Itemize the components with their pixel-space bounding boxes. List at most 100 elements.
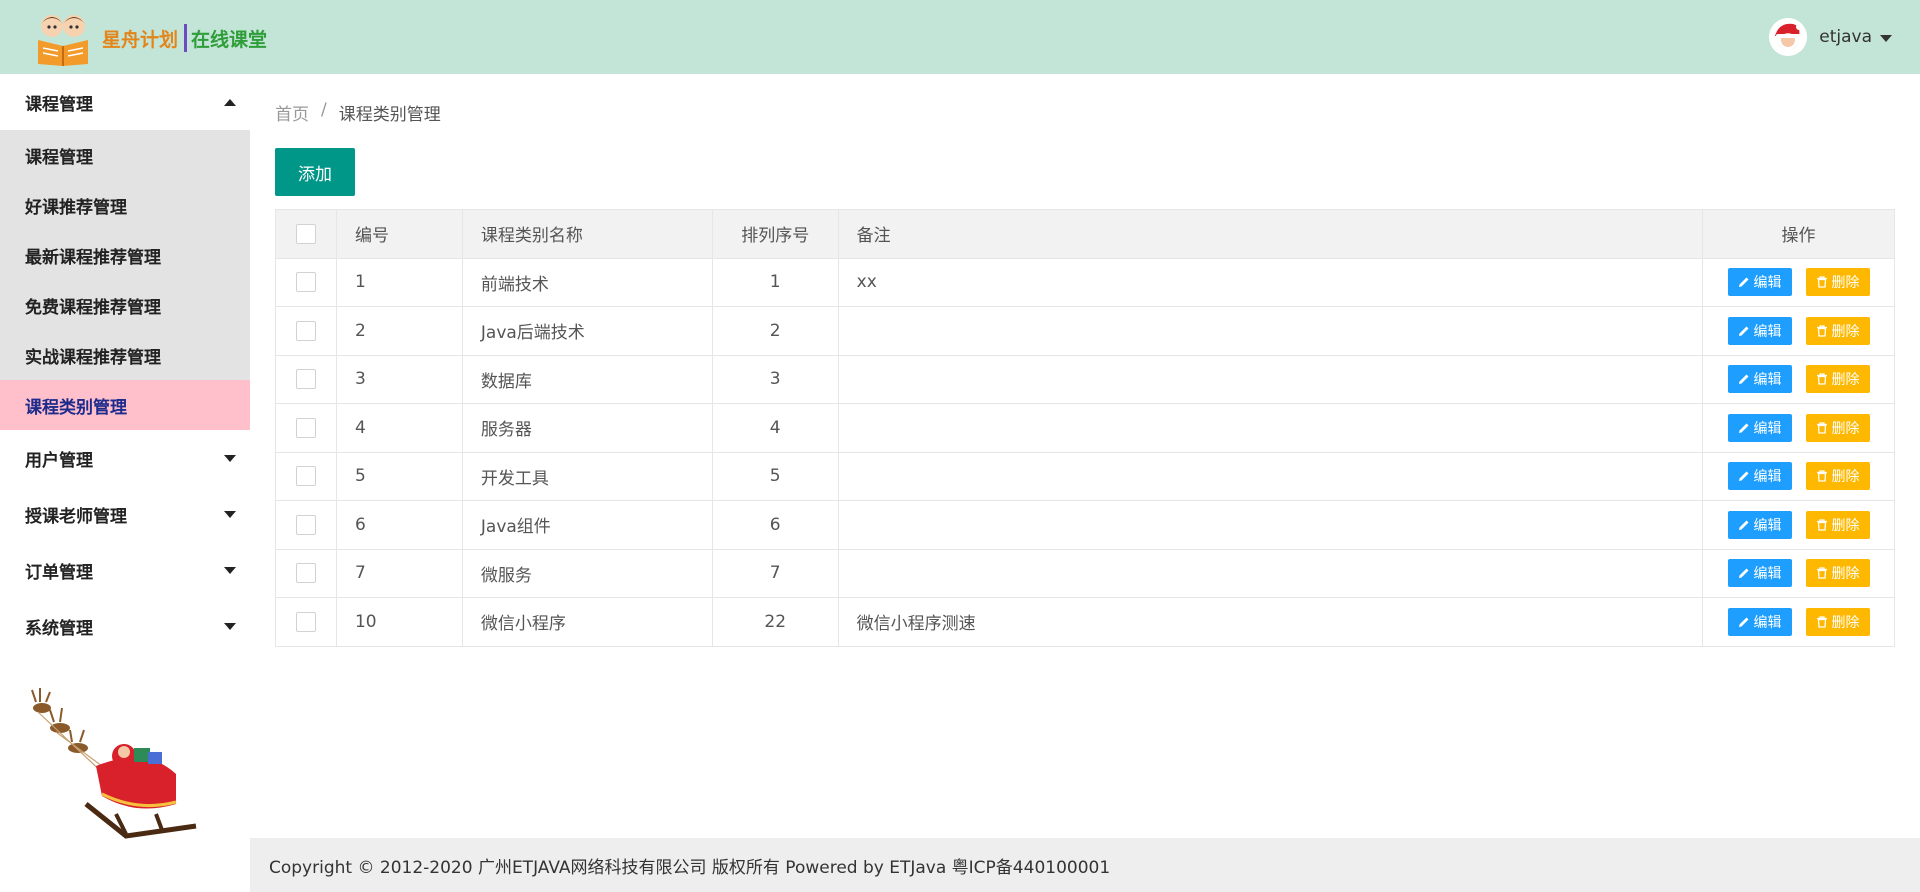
delete-button[interactable]: 删除 [1805,462,1870,491]
table-row: 4 服务器 4 编辑 删除 [275,403,1895,453]
delete-label: 删除 [1831,372,1860,389]
table-row: 10 微信小程序 22 微信小程序测速 编辑 删除 [275,597,1895,647]
sidebar-item-new-course[interactable]: 最新课程推荐管理 [0,230,250,280]
edit-button[interactable]: 编辑 [1727,268,1792,297]
category-table: 编号 课程类别名称 排列序号 备注 操作 1 前端技术 1 xx 编辑 删除 2… [275,209,1895,647]
cell-id: 2 [335,306,463,356]
add-button[interactable]: 添加 [275,148,355,196]
edit-label: 编辑 [1753,323,1782,340]
cell-ops: 编辑 删除 [1702,306,1895,356]
table-header-row: 编号 课程类别名称 排列序号 备注 操作 [275,209,1895,259]
row-checkbox[interactable] [295,320,316,341]
row-checkbox[interactable] [295,417,316,438]
cell-id: 7 [335,548,463,598]
user-menu[interactable]: etjava [1769,18,1892,56]
delete-button[interactable]: 删除 [1805,607,1870,636]
nav-group-course[interactable]: 课程管理 [0,74,250,130]
cell-id: 6 [335,500,463,550]
cell-name: 微信小程序 [461,597,713,647]
delete-label: 删除 [1831,614,1860,631]
edit-label: 编辑 [1753,566,1782,583]
cell-name: 开发工具 [461,451,713,501]
nav-group-label: 用户管理 [25,450,93,471]
breadcrumb: 首页 / 课程类别管理 [275,100,441,125]
cell-id: 10 [335,597,463,647]
edit-button[interactable]: 编辑 [1727,559,1792,588]
delete-button[interactable]: 删除 [1805,510,1870,539]
row-checkbox[interactable] [295,272,316,293]
delete-button[interactable]: 删除 [1805,413,1870,442]
delete-label: 删除 [1831,420,1860,437]
delete-button[interactable]: 删除 [1805,316,1870,345]
row-checkbox[interactable] [295,514,316,535]
site-logo[interactable]: 星舟计划 在线课堂 [34,10,267,66]
delete-button[interactable]: 删除 [1805,365,1870,394]
row-checkbox[interactable] [295,611,316,632]
cell-name: Java后端技术 [461,306,713,356]
row-select-cell [275,597,337,647]
select-all-checkbox[interactable] [295,223,316,244]
delete-button[interactable]: 删除 [1805,268,1870,297]
row-checkbox[interactable] [295,369,316,390]
cell-id: 1 [335,257,463,307]
top-header: 星舟计划 在线课堂 etjava [0,0,1920,74]
trash-icon [1816,373,1827,385]
nav-group-system[interactable]: 系统管理 [0,598,250,654]
kids-reading-logo-icon [38,15,88,66]
cell-remark [837,548,1704,598]
sidebar-item-good-course[interactable]: 好课推荐管理 [0,180,250,230]
trash-icon [1816,470,1827,482]
nav-group-order[interactable]: 订单管理 [0,542,250,598]
footer-copyright: Copyright © 2012-2020 广州ETJAVA网络科技有限公司 版… [269,857,1111,878]
nav-group-teacher[interactable]: 授课老师管理 [0,486,250,542]
column-header-order: 排列序号 [711,209,839,259]
chevron-down-icon [224,510,236,518]
breadcrumb-home[interactable]: 首页 [275,100,309,125]
edit-button[interactable]: 编辑 [1727,607,1792,636]
delete-label: 删除 [1831,275,1860,292]
trash-icon [1816,567,1827,579]
cell-order: 22 [711,597,839,647]
table-row: 6 Java组件 6 编辑 删除 [275,500,1895,550]
chevron-down-icon [224,566,236,574]
chevron-down-icon [224,622,236,630]
pencil-icon [1738,471,1748,482]
cell-order: 4 [711,403,839,453]
sidebar-item-free-course[interactable]: 免费课程推荐管理 [0,280,250,330]
nav-group-user[interactable]: 用户管理 [0,430,250,486]
cell-order: 7 [711,548,839,598]
cell-ops: 编辑 删除 [1702,257,1895,307]
edit-label: 编辑 [1753,275,1782,292]
pencil-icon [1738,277,1748,288]
sidebar-item-course[interactable]: 课程管理 [0,130,250,180]
cell-remark [837,451,1704,501]
logo-divider [184,24,188,52]
breadcrumb-separator: / [321,100,327,120]
delete-button[interactable]: 删除 [1805,559,1870,588]
edit-button[interactable]: 编辑 [1727,413,1792,442]
table-row: 2 Java后端技术 2 编辑 删除 [275,306,1895,356]
row-checkbox[interactable] [295,466,316,487]
sidebar-item-course-category[interactable]: 课程类别管理 [0,380,250,430]
row-select-cell [275,403,337,453]
chevron-down-icon [224,454,236,462]
cell-ops: 编辑 删除 [1702,354,1895,404]
cell-remark [837,403,1704,453]
delete-label: 删除 [1831,323,1860,340]
edit-button[interactable]: 编辑 [1727,316,1792,345]
avatar [1769,18,1808,56]
sidebar: 课程管理 课程管理 好课推荐管理 最新课程推荐管理 免费课程推荐管理 实战课程推… [0,74,250,892]
row-checkbox[interactable] [295,563,316,584]
edit-button[interactable]: 编辑 [1727,462,1792,491]
santa-avatar-icon [1769,18,1808,56]
trash-icon [1816,276,1827,288]
cell-order: 6 [711,500,839,550]
cell-name: 数据库 [461,354,713,404]
edit-button[interactable]: 编辑 [1727,365,1792,394]
sidebar-item-practice-course[interactable]: 实战课程推荐管理 [0,330,250,380]
cell-ops: 编辑 删除 [1702,451,1895,501]
select-all-cell [275,209,337,259]
edit-button[interactable]: 编辑 [1727,510,1792,539]
edit-label: 编辑 [1753,614,1782,631]
footer: Copyright © 2012-2020 广州ETJAVA网络科技有限公司 版… [250,838,1920,892]
